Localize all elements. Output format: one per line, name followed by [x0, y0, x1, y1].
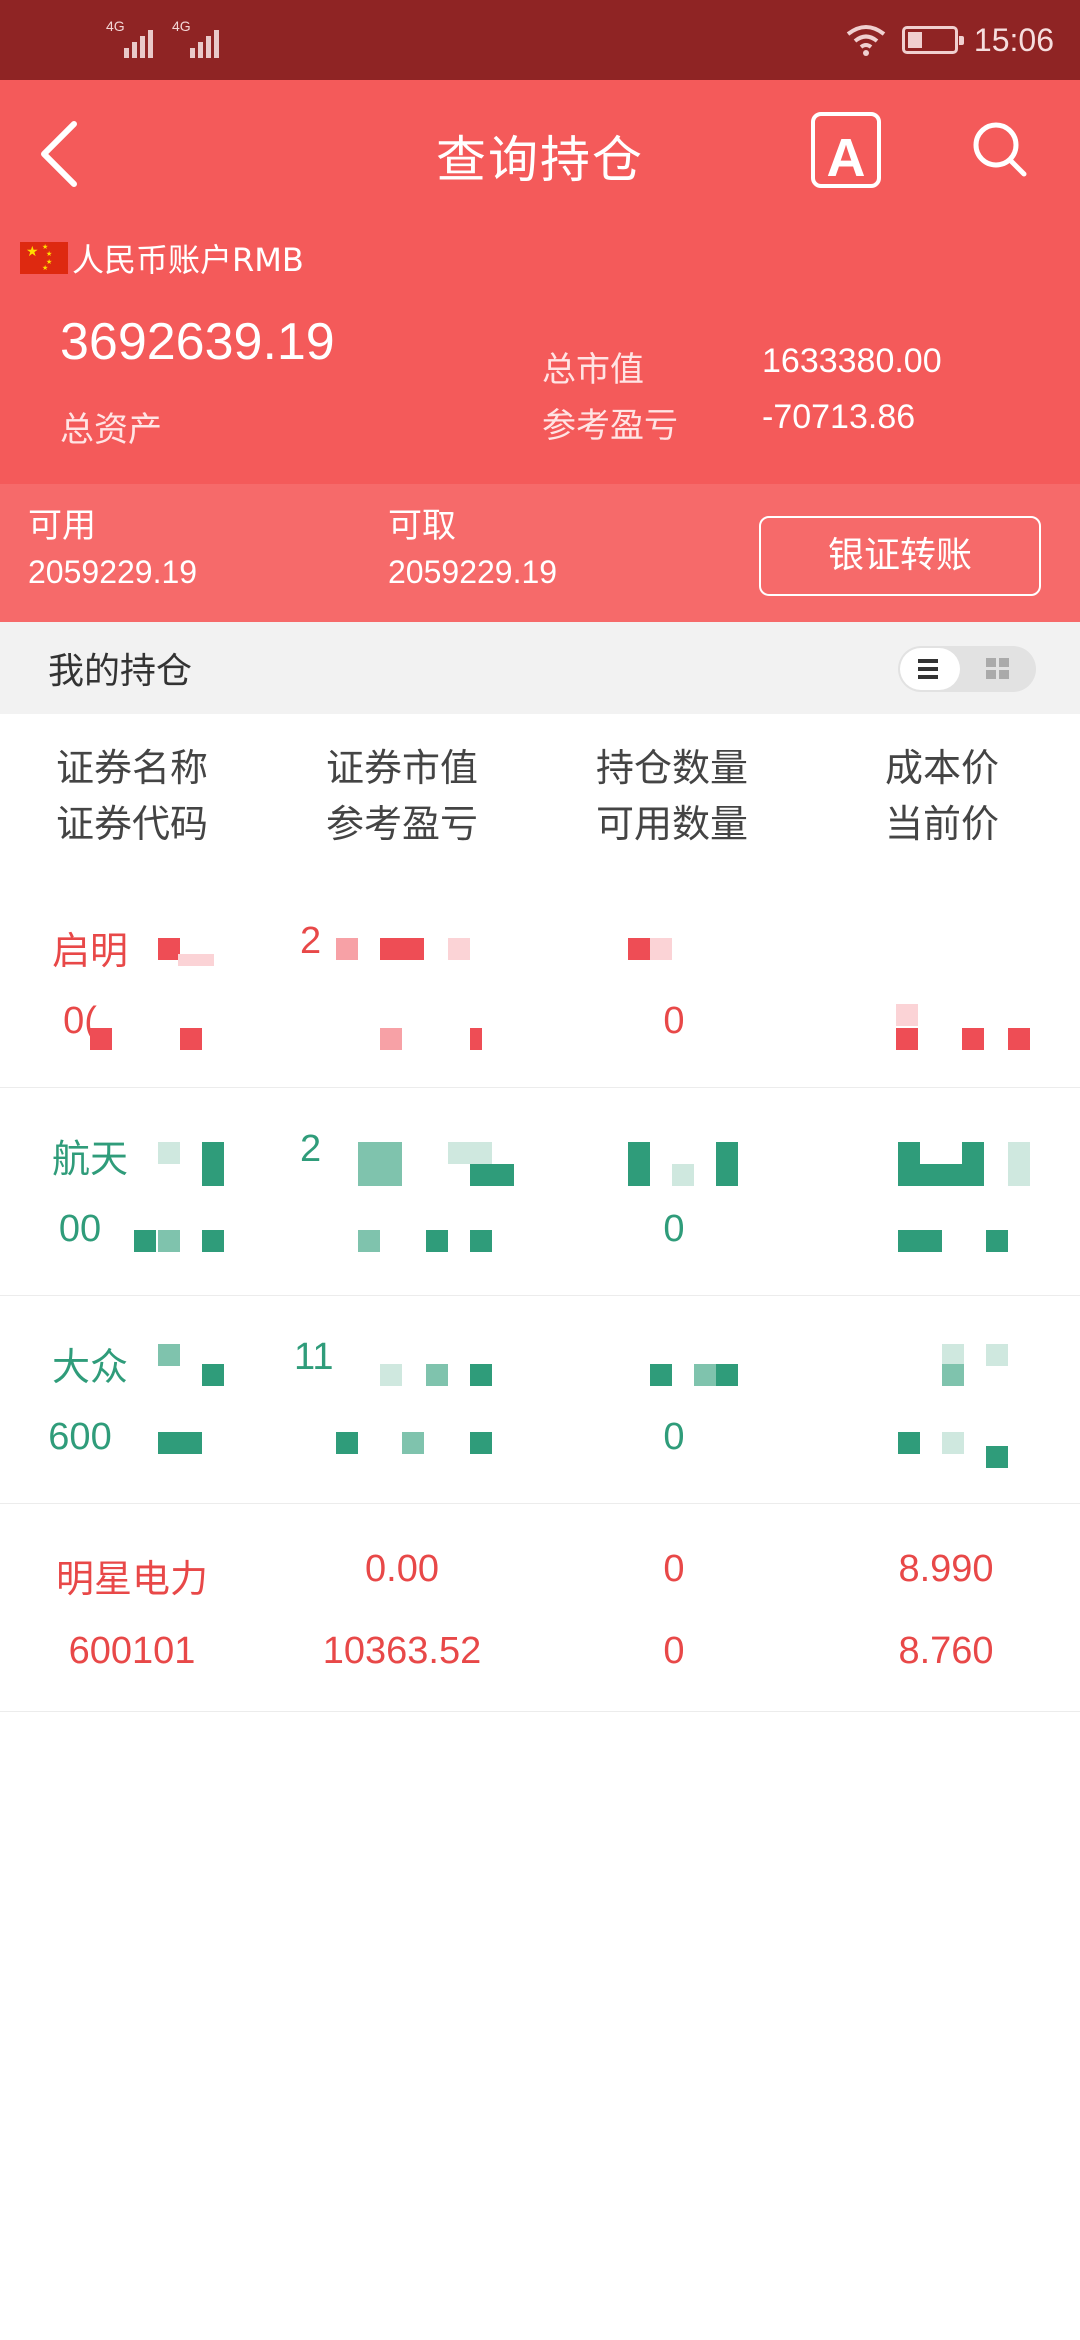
page-title: 查询持仓 — [436, 131, 644, 189]
bank-transfer-button[interactable]: 银证转账 — [759, 516, 1041, 596]
clock: 15:06 — [973, 21, 1054, 58]
account-header: 查询持仓 A ★ ★ ★ ★ ★ 人民币账户RMB 3692639.19 总资产… — [0, 80, 1080, 484]
withdrawable-label: 可取 — [388, 506, 456, 546]
security-name: 航天 — [51, 1139, 128, 1181]
pnl-value: -70713.86 — [762, 398, 916, 436]
signal-icon: 4G — [172, 18, 228, 58]
holding-row[interactable]: 大众 600 11 0 — [0, 1296, 1080, 1504]
status-right: 15:06 — [846, 18, 1054, 62]
available-qty: 0 — [663, 1000, 685, 1042]
holding-row[interactable]: 启明 0( 2 0 — [0, 880, 1080, 1088]
account-selector[interactable]: ★ ★ ★ ★ ★ 人民币账户RMB — [20, 235, 304, 281]
network-type-label: 4G — [172, 18, 191, 34]
column-header-price: 成本价 当前价 — [884, 746, 999, 846]
security-code: 600 — [48, 1416, 112, 1458]
network-type-label: 4G — [106, 18, 125, 34]
pnl-label: 参考盈亏 — [542, 406, 678, 446]
account-label: 人民币账户RMB — [72, 241, 304, 279]
section-title: 我的持仓 — [48, 651, 193, 692]
available-qty: 0 — [663, 1630, 685, 1672]
holding-row[interactable]: 航天 00 2 0 — [0, 1088, 1080, 1296]
column-header-qty: 持仓数量 可用数量 — [595, 746, 748, 846]
holdings-section-header: 我的持仓 — [0, 622, 1080, 714]
current-price: 8.760 — [898, 1630, 994, 1672]
market-value: 1633380.00 — [762, 342, 942, 380]
security-name: 大众 — [51, 1347, 128, 1389]
cn-flag-icon: ★ ★ ★ ★ ★ — [20, 242, 68, 274]
grid-view-icon[interactable] — [986, 658, 1010, 680]
cost-price: 8.990 — [898, 1548, 994, 1590]
signal-icon: 4G — [106, 18, 162, 58]
search-icon[interactable] — [970, 118, 1030, 182]
holding-qty: 0 — [663, 1548, 685, 1590]
security-name: 明星电力 — [55, 1559, 208, 1601]
battery-icon — [901, 26, 964, 54]
list-view-icon[interactable] — [918, 659, 938, 683]
total-assets-label: 总资产 — [60, 410, 162, 450]
market-value-label: 总市值 — [542, 350, 644, 390]
status-bar: 4G 4G 15:06 — [0, 0, 1080, 80]
available-qty: 0 — [663, 1416, 685, 1458]
market-value: 0.00 — [365, 1548, 439, 1590]
security-code: 600101 — [68, 1630, 196, 1672]
column-header-value: 证券市值 参考盈亏 — [325, 746, 478, 846]
profit-loss: 10363.52 — [322, 1630, 482, 1672]
available-value: 2059229.19 — [28, 554, 198, 590]
column-header-name: 证券名称 证券代码 — [55, 746, 208, 846]
withdrawable-value: 2059229.19 — [388, 554, 558, 590]
available-qty: 0 — [663, 1208, 685, 1250]
holding-row[interactable]: 明星电力 600101 0.00 10363.52 0 0 8.990 8.76… — [0, 1504, 1080, 1712]
wifi-icon — [846, 25, 886, 56]
security-code: 0( — [63, 1000, 97, 1042]
security-name: 启明 — [51, 931, 128, 973]
balance-strip: 可用 2059229.19 可取 2059229.19 银证转账 — [0, 484, 1080, 622]
view-toggle[interactable] — [898, 646, 1036, 692]
available-label: 可用 — [28, 506, 96, 546]
font-a-icon[interactable]: A — [811, 112, 881, 188]
total-assets-value: 3692639.19 — [60, 313, 335, 371]
